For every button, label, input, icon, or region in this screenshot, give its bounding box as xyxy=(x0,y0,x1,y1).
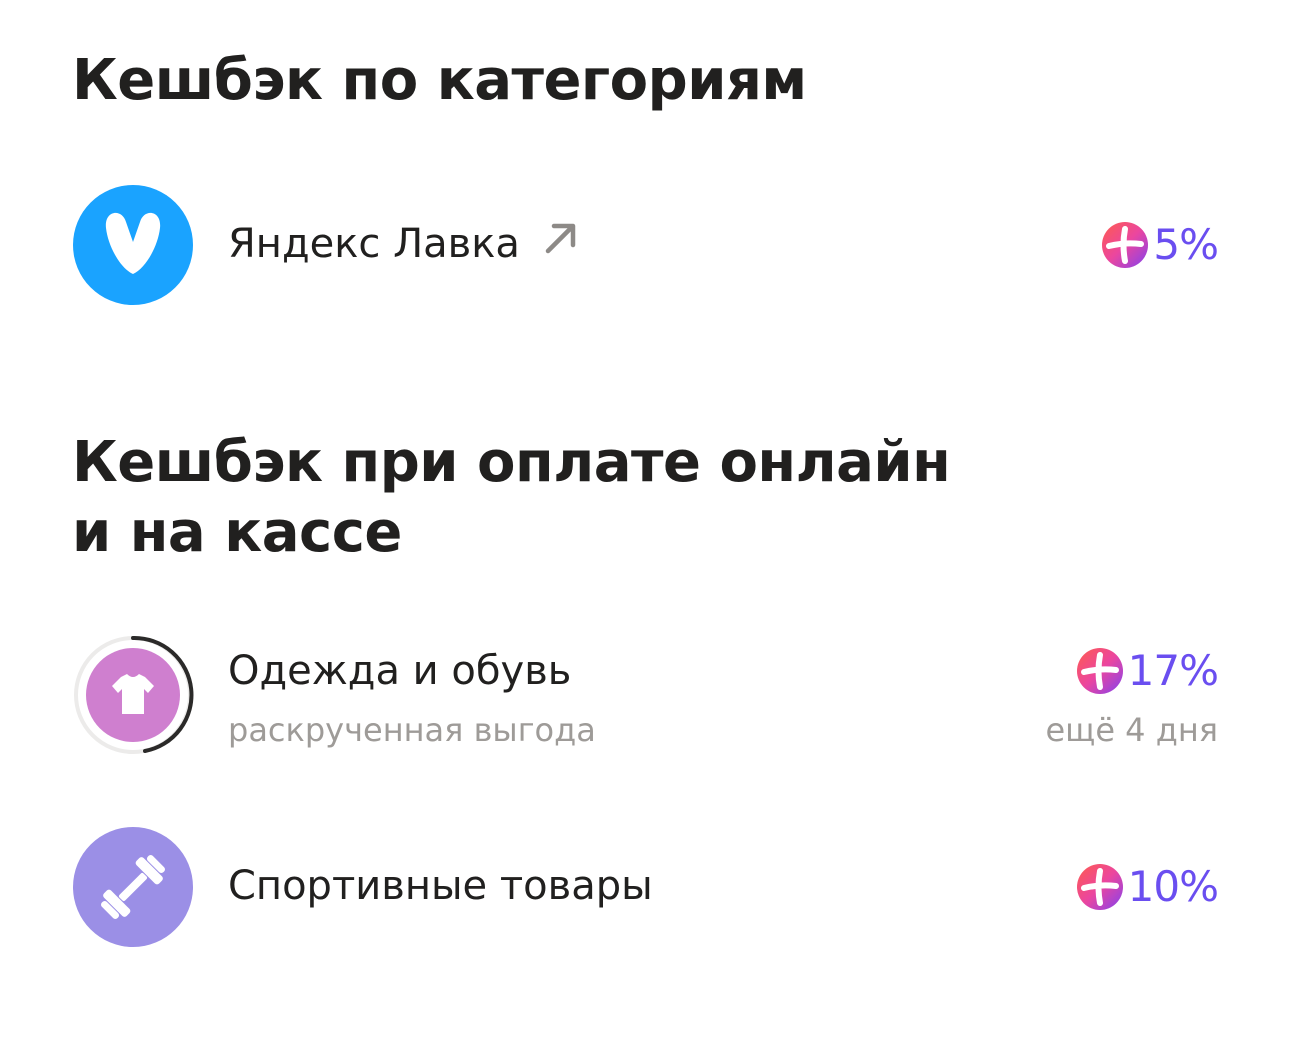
cashback-item-sports[interactable]: Спортивные товары 10% xyxy=(72,826,1219,948)
item-title: Одежда и обувь xyxy=(228,648,572,694)
remaining-days: ещё 4 дня xyxy=(1045,711,1218,749)
yandex-lavka-logo-icon xyxy=(72,184,194,306)
item-title: Спортивные товары xyxy=(228,863,653,909)
plus-badge-icon xyxy=(1102,222,1149,268)
dumbbell-icon xyxy=(72,826,194,948)
cashback-value: 17% xyxy=(1076,646,1219,696)
cashback-percent: 17% xyxy=(1127,646,1219,695)
section-title-categories: Кешбэк по категориям xyxy=(72,48,807,113)
cashback-item-yandex-lavka[interactable]: Яндекс Лавка 5% xyxy=(72,184,1219,306)
section-title-line-2: и на кассе xyxy=(72,500,402,565)
cashback-percent: 10% xyxy=(1127,862,1219,911)
item-title: Яндекс Лавка xyxy=(228,221,520,267)
section-title-online-offline: Кешбэк при оплате онлайн и на кассе xyxy=(72,428,951,568)
cashback-percent: 5% xyxy=(1153,220,1219,269)
cashback-item-clothes[interactable]: Одежда и обувь раскрученная выгода 17% е… xyxy=(72,634,1219,756)
section-title-line-1: Кешбэк при оплате онлайн xyxy=(72,430,951,495)
external-arrow-icon[interactable] xyxy=(540,217,580,269)
cashback-value: 5% xyxy=(1101,220,1219,270)
item-subtitle: раскрученная выгода xyxy=(228,711,596,749)
plus-badge-icon xyxy=(1076,648,1123,694)
cashback-value: 10% xyxy=(1076,862,1219,912)
tshirt-icon xyxy=(72,634,194,756)
plus-badge-icon xyxy=(1076,864,1123,910)
